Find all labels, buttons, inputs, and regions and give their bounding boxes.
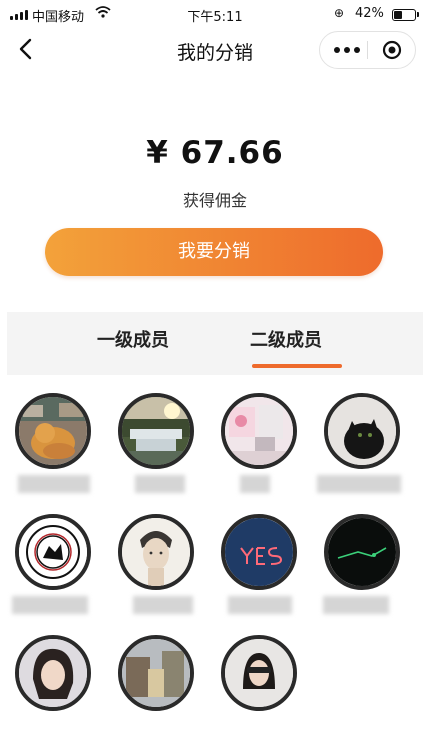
avatar [118,514,194,590]
club-logo-icon [19,518,87,586]
more-icon[interactable] [334,44,360,56]
member-item[interactable] [103,393,207,503]
orientation-lock-icon: ⊕ [334,6,345,20]
member-name-redacted [317,475,401,493]
member-item[interactable] [309,514,413,624]
avatar [221,514,297,590]
avatar [118,393,194,469]
battery-percent: 42% [355,6,384,21]
tab-level-two[interactable]: 二级成员 [250,326,322,352]
waterfall-photo-icon [122,397,190,465]
room-photo-icon [225,397,293,465]
avatar [15,393,91,469]
active-tab-indicator [252,364,342,368]
member-item[interactable] [206,393,310,503]
member-item[interactable] [0,514,104,624]
avatar [15,514,91,590]
street-photo-icon [122,639,190,707]
orange-cat-photo-icon [19,397,87,465]
member-item[interactable] [103,635,207,745]
black-cat-photo-icon [328,397,396,465]
member-item[interactable] [206,635,310,745]
avatar [118,635,194,711]
avatar [221,393,297,469]
member-name-redacted [323,596,389,614]
woman-portrait-icon [19,639,87,707]
tab-level-one[interactable]: 一级成员 [97,326,169,352]
member-item[interactable] [206,514,310,624]
capsule-divider [367,41,368,59]
mini-program-capsule [319,31,416,69]
close-miniprogram-icon[interactable] [382,40,402,60]
avatar [324,393,400,469]
avatar [221,635,297,711]
dark-neon-photo-icon [328,518,396,586]
member-name-redacted [240,475,270,493]
commission-amount: ¥ 67.66 [146,135,284,171]
member-tabs: 一级成员 二级成员 [7,312,423,375]
selfie-photo-icon [225,639,293,707]
commission-label: 获得佣金 [182,191,247,210]
member-item[interactable] [103,514,207,624]
battery-icon [392,9,419,21]
avatar [15,635,91,711]
status-bar: 中国移动 下午5:11 ⊕ 42% [0,0,430,28]
nav-bar: 我的分销 [0,28,430,72]
avatar [324,514,400,590]
member-name-redacted [133,596,193,614]
start-distribution-button[interactable]: 我要分销 [45,228,383,276]
member-item[interactable] [0,393,104,503]
member-item[interactable] [309,393,413,503]
member-name-redacted [18,475,90,493]
member-name-redacted [12,596,88,614]
neon-yes-sign-icon [225,518,293,586]
member-name-redacted [228,596,292,614]
member-item[interactable] [0,635,104,745]
portrait-sketch-icon [122,518,190,586]
member-name-redacted [135,475,185,493]
